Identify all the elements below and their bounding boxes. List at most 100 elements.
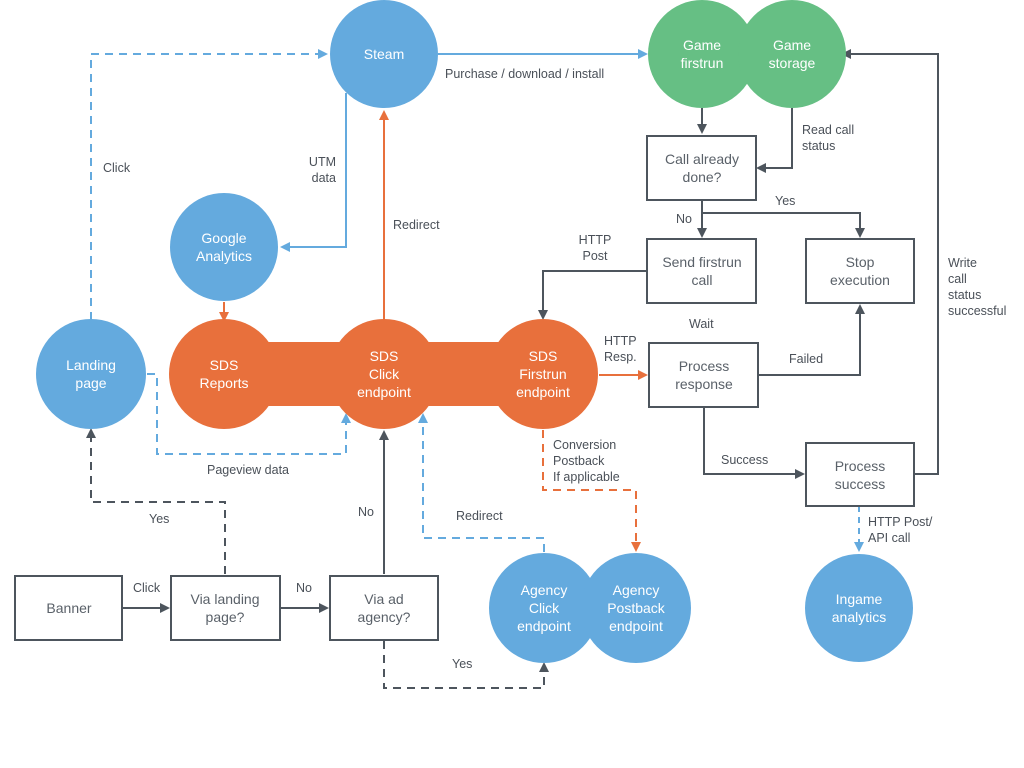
- text-line: Agency: [521, 582, 568, 598]
- text-line: Yes: [775, 194, 795, 208]
- text-line: call: [948, 272, 967, 286]
- text-line: Postback: [607, 600, 666, 616]
- text-line: Reports: [199, 375, 248, 391]
- edge-call-yes: [702, 212, 865, 238]
- boxes-banner-text: Banner: [46, 600, 91, 616]
- text-line: Process: [679, 358, 730, 374]
- text-line: No: [358, 505, 374, 519]
- text-line: call: [691, 272, 712, 288]
- edge-labels-redirect-steam-text: Redirect: [393, 218, 440, 232]
- edge-labels-http-resp-text: HTTP Resp.: [604, 334, 637, 364]
- node-ingame-analytics: [805, 554, 913, 662]
- text-line: Failed: [789, 352, 823, 366]
- box-stop-execution: [805, 238, 915, 304]
- text-line: Game: [683, 37, 721, 53]
- text-line: Banner: [46, 600, 91, 616]
- text-line: Resp.: [604, 350, 637, 364]
- text-line: Game: [773, 37, 811, 53]
- edge-labels-http-post-api-text: HTTP Post/API call: [868, 515, 933, 545]
- text-line: HTTP: [579, 233, 612, 247]
- edge-labels-pageview-data-text: Pageview data: [207, 463, 289, 477]
- edge-labels-no-click-text: No: [358, 505, 374, 519]
- box-via-ad-agency: [329, 575, 439, 641]
- box-call-already-done: [646, 135, 757, 201]
- text-line: HTTP: [604, 334, 637, 348]
- nodes-agency-postback-text: Agency Postback endpoint: [607, 582, 666, 634]
- edge-labels-yes-call-text: Yes: [775, 194, 795, 208]
- text-line: agency?: [358, 609, 411, 625]
- box-via-landing-page: [170, 575, 281, 641]
- edge-steam-to-ga: [280, 93, 347, 252]
- text-line: Click: [133, 581, 161, 595]
- text-line: Success: [721, 453, 768, 467]
- text-line: Read call: [802, 123, 854, 137]
- node-landing-page: [36, 319, 146, 429]
- text-line: No: [676, 212, 692, 226]
- edge-labels-click-banner-text: Click: [133, 581, 161, 595]
- text-line: SDS: [529, 348, 558, 364]
- text-line: Yes: [149, 512, 169, 526]
- text-line: Ingame: [836, 591, 883, 607]
- node-sds-reports: [169, 319, 279, 429]
- text-line: storage: [769, 55, 816, 71]
- text-line: SDS: [370, 348, 399, 364]
- edge-labels-read-call-status-text: Read call status: [802, 123, 854, 153]
- node-game-storage: [738, 0, 846, 108]
- text-line: Google: [201, 230, 246, 246]
- box-send-firstrun-call: [646, 238, 757, 304]
- edge-labels-wait-text: Wait: [689, 317, 714, 331]
- text-line: Purchase / download / install: [445, 67, 604, 81]
- box-process-success: [805, 442, 915, 507]
- edge-labels-conversion-postback-text: Conversion Postback If applicable: [553, 438, 620, 484]
- text-line: No: [296, 581, 312, 595]
- edge-labels-click-landing-text: Click: [103, 161, 131, 175]
- box-process-response: [648, 342, 759, 408]
- text-line: Click: [529, 600, 560, 616]
- edge-agency-to-click: [418, 413, 545, 552]
- edge-labels-write-call-status-text: Write call status successful: [948, 256, 1006, 318]
- text-line: Call already: [665, 151, 739, 167]
- text-line: SDS: [210, 357, 239, 373]
- text-line: Via ad: [364, 591, 403, 607]
- node-google-analytics: [170, 193, 278, 301]
- text-line: Process: [835, 458, 886, 474]
- text-line: response: [675, 376, 733, 392]
- text-line: analytics: [832, 609, 886, 625]
- text-line: page?: [206, 609, 245, 625]
- edge-labels-utm-data-text: UTM data: [309, 155, 336, 185]
- text-line: Redirect: [456, 509, 503, 523]
- edge-labels-no-landing-text: No: [296, 581, 312, 595]
- edge-storage-to-call: [756, 108, 793, 173]
- text-line: UTM: [309, 155, 336, 169]
- text-line: done?: [683, 169, 722, 185]
- edge-labels-no-call-text: No: [676, 212, 692, 226]
- edge-labels-failed-text: Failed: [789, 352, 823, 366]
- text-line: endpoint: [609, 618, 663, 634]
- text-line: Stop: [846, 254, 875, 270]
- text-line: Conversion: [553, 438, 616, 452]
- text-line: Click: [103, 161, 131, 175]
- text-line: successful: [948, 304, 1006, 318]
- text-line: endpoint: [517, 618, 571, 634]
- edge-labels-purchase-text: Purchase / download / install: [445, 67, 604, 81]
- flow-diagram: Steam Google Analytics Landing page SDS Report…: [14, 0, 1006, 689]
- text-line: Postback: [553, 454, 605, 468]
- text-line: Agency: [613, 582, 660, 598]
- text-line: endpoint: [357, 384, 411, 400]
- text-line: Send firstrun: [662, 254, 741, 270]
- text-line: Firstrun: [519, 366, 566, 382]
- text-line: status: [802, 139, 835, 153]
- text-line: API call: [868, 531, 910, 545]
- text-line: Steam: [364, 46, 404, 62]
- text-line: Analytics: [196, 248, 252, 264]
- text-line: endpoint: [516, 384, 570, 400]
- text-line: If applicable: [553, 470, 620, 484]
- text-line: Via landing: [190, 591, 259, 607]
- text-line: Wait: [689, 317, 714, 331]
- text-line: success: [835, 476, 886, 492]
- edge-labels-yes-agency-text: Yes: [452, 657, 472, 671]
- text-line: Post: [582, 249, 608, 263]
- edge-labels-yes-landing-text: Yes: [149, 512, 169, 526]
- text-line: Yes: [452, 657, 472, 671]
- text-line: Write: [948, 256, 977, 270]
